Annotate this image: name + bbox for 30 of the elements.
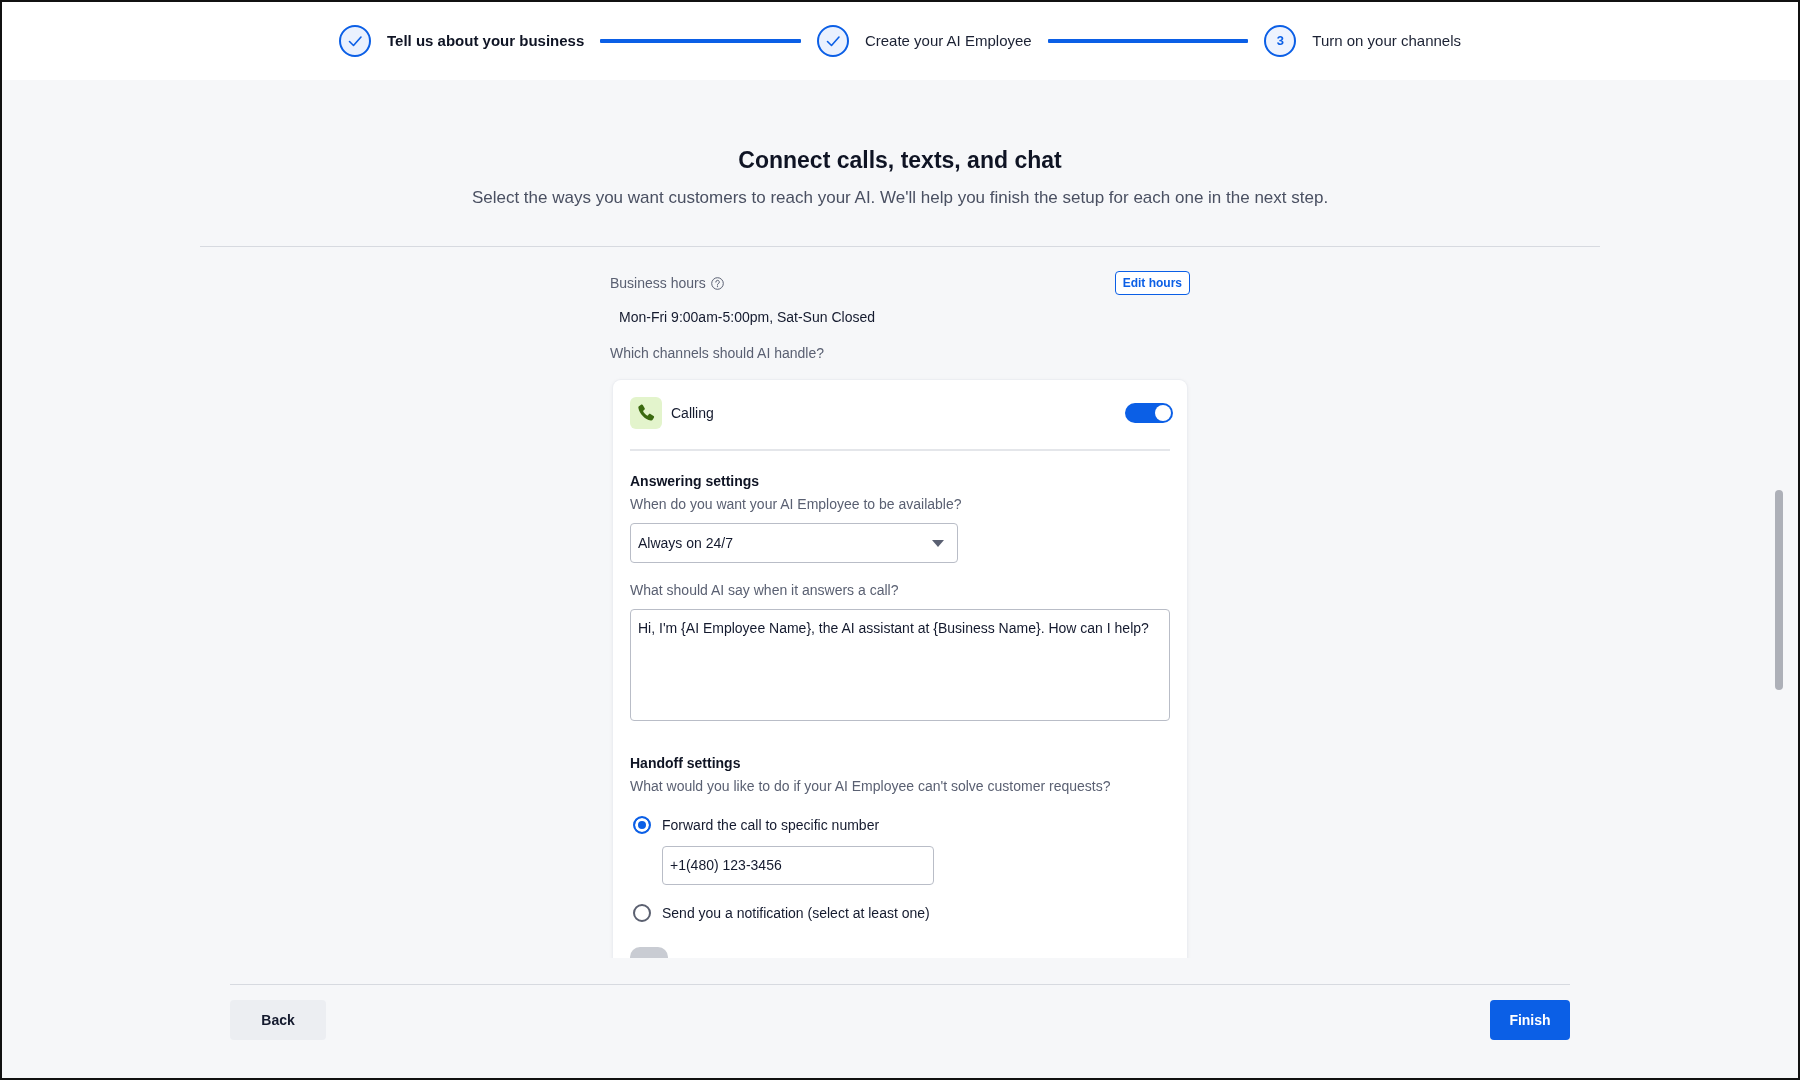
step-label: Create your AI Employee	[864, 30, 1032, 51]
step-label: Turn on your channels	[1312, 30, 1461, 51]
greeting-field[interactable]: Hi, I'm {AI Employee Name}, the AI assistant at {Business Name}. How can I help?	[630, 609, 1170, 721]
section-heading: Answering settings	[630, 472, 760, 491]
section-label: Business hours	[610, 274, 706, 293]
scrollbar-thumb[interactable]	[1775, 490, 1783, 690]
phone-icon	[630, 397, 662, 429]
option-label: Send you a notification (select at least one)	[662, 904, 930, 923]
availability-dropdown[interactable]: Always on 24/7	[630, 523, 958, 563]
section-heading: Handoff settings	[630, 754, 741, 773]
option-label: Forward the call to specific number	[662, 816, 880, 835]
toggle-switch[interactable]	[1125, 403, 1173, 423]
phone-number-field[interactable]: +1(480) 123-3456	[662, 846, 934, 885]
caret-icon	[932, 539, 944, 547]
page-subtitle: Select the ways you want customers to reach your AI. We'll help you finish the setup for each one in the next step.	[471, 187, 1329, 209]
finish-button[interactable]: Finish	[1490, 1000, 1570, 1040]
help-icon[interactable]	[710, 276, 724, 290]
step-label: Tell us about your business	[387, 30, 585, 51]
radio-button[interactable]	[633, 816, 651, 834]
back-button[interactable]: Back	[230, 1000, 326, 1040]
hours-text: Mon-Fri 9:00am-5:00pm, Sat-Sun Closed	[619, 308, 875, 327]
channel-name: Calling	[671, 403, 714, 423]
section-label: Which channels should AI handle?	[610, 344, 825, 363]
page-title: Connect calls, texts, and chat	[738, 146, 1062, 174]
step-number: 3	[1264, 25, 1297, 57]
field-label: What would you like to do if your AI Employee can't solve customer requests?	[630, 777, 1111, 796]
field-label: When do you want your AI Employee to be available?	[630, 495, 962, 514]
radio-button[interactable]	[633, 904, 651, 922]
field-label: What should AI say when it answers a call?	[630, 581, 899, 600]
edit-hours-button[interactable]: Edit hours	[1114, 271, 1190, 295]
